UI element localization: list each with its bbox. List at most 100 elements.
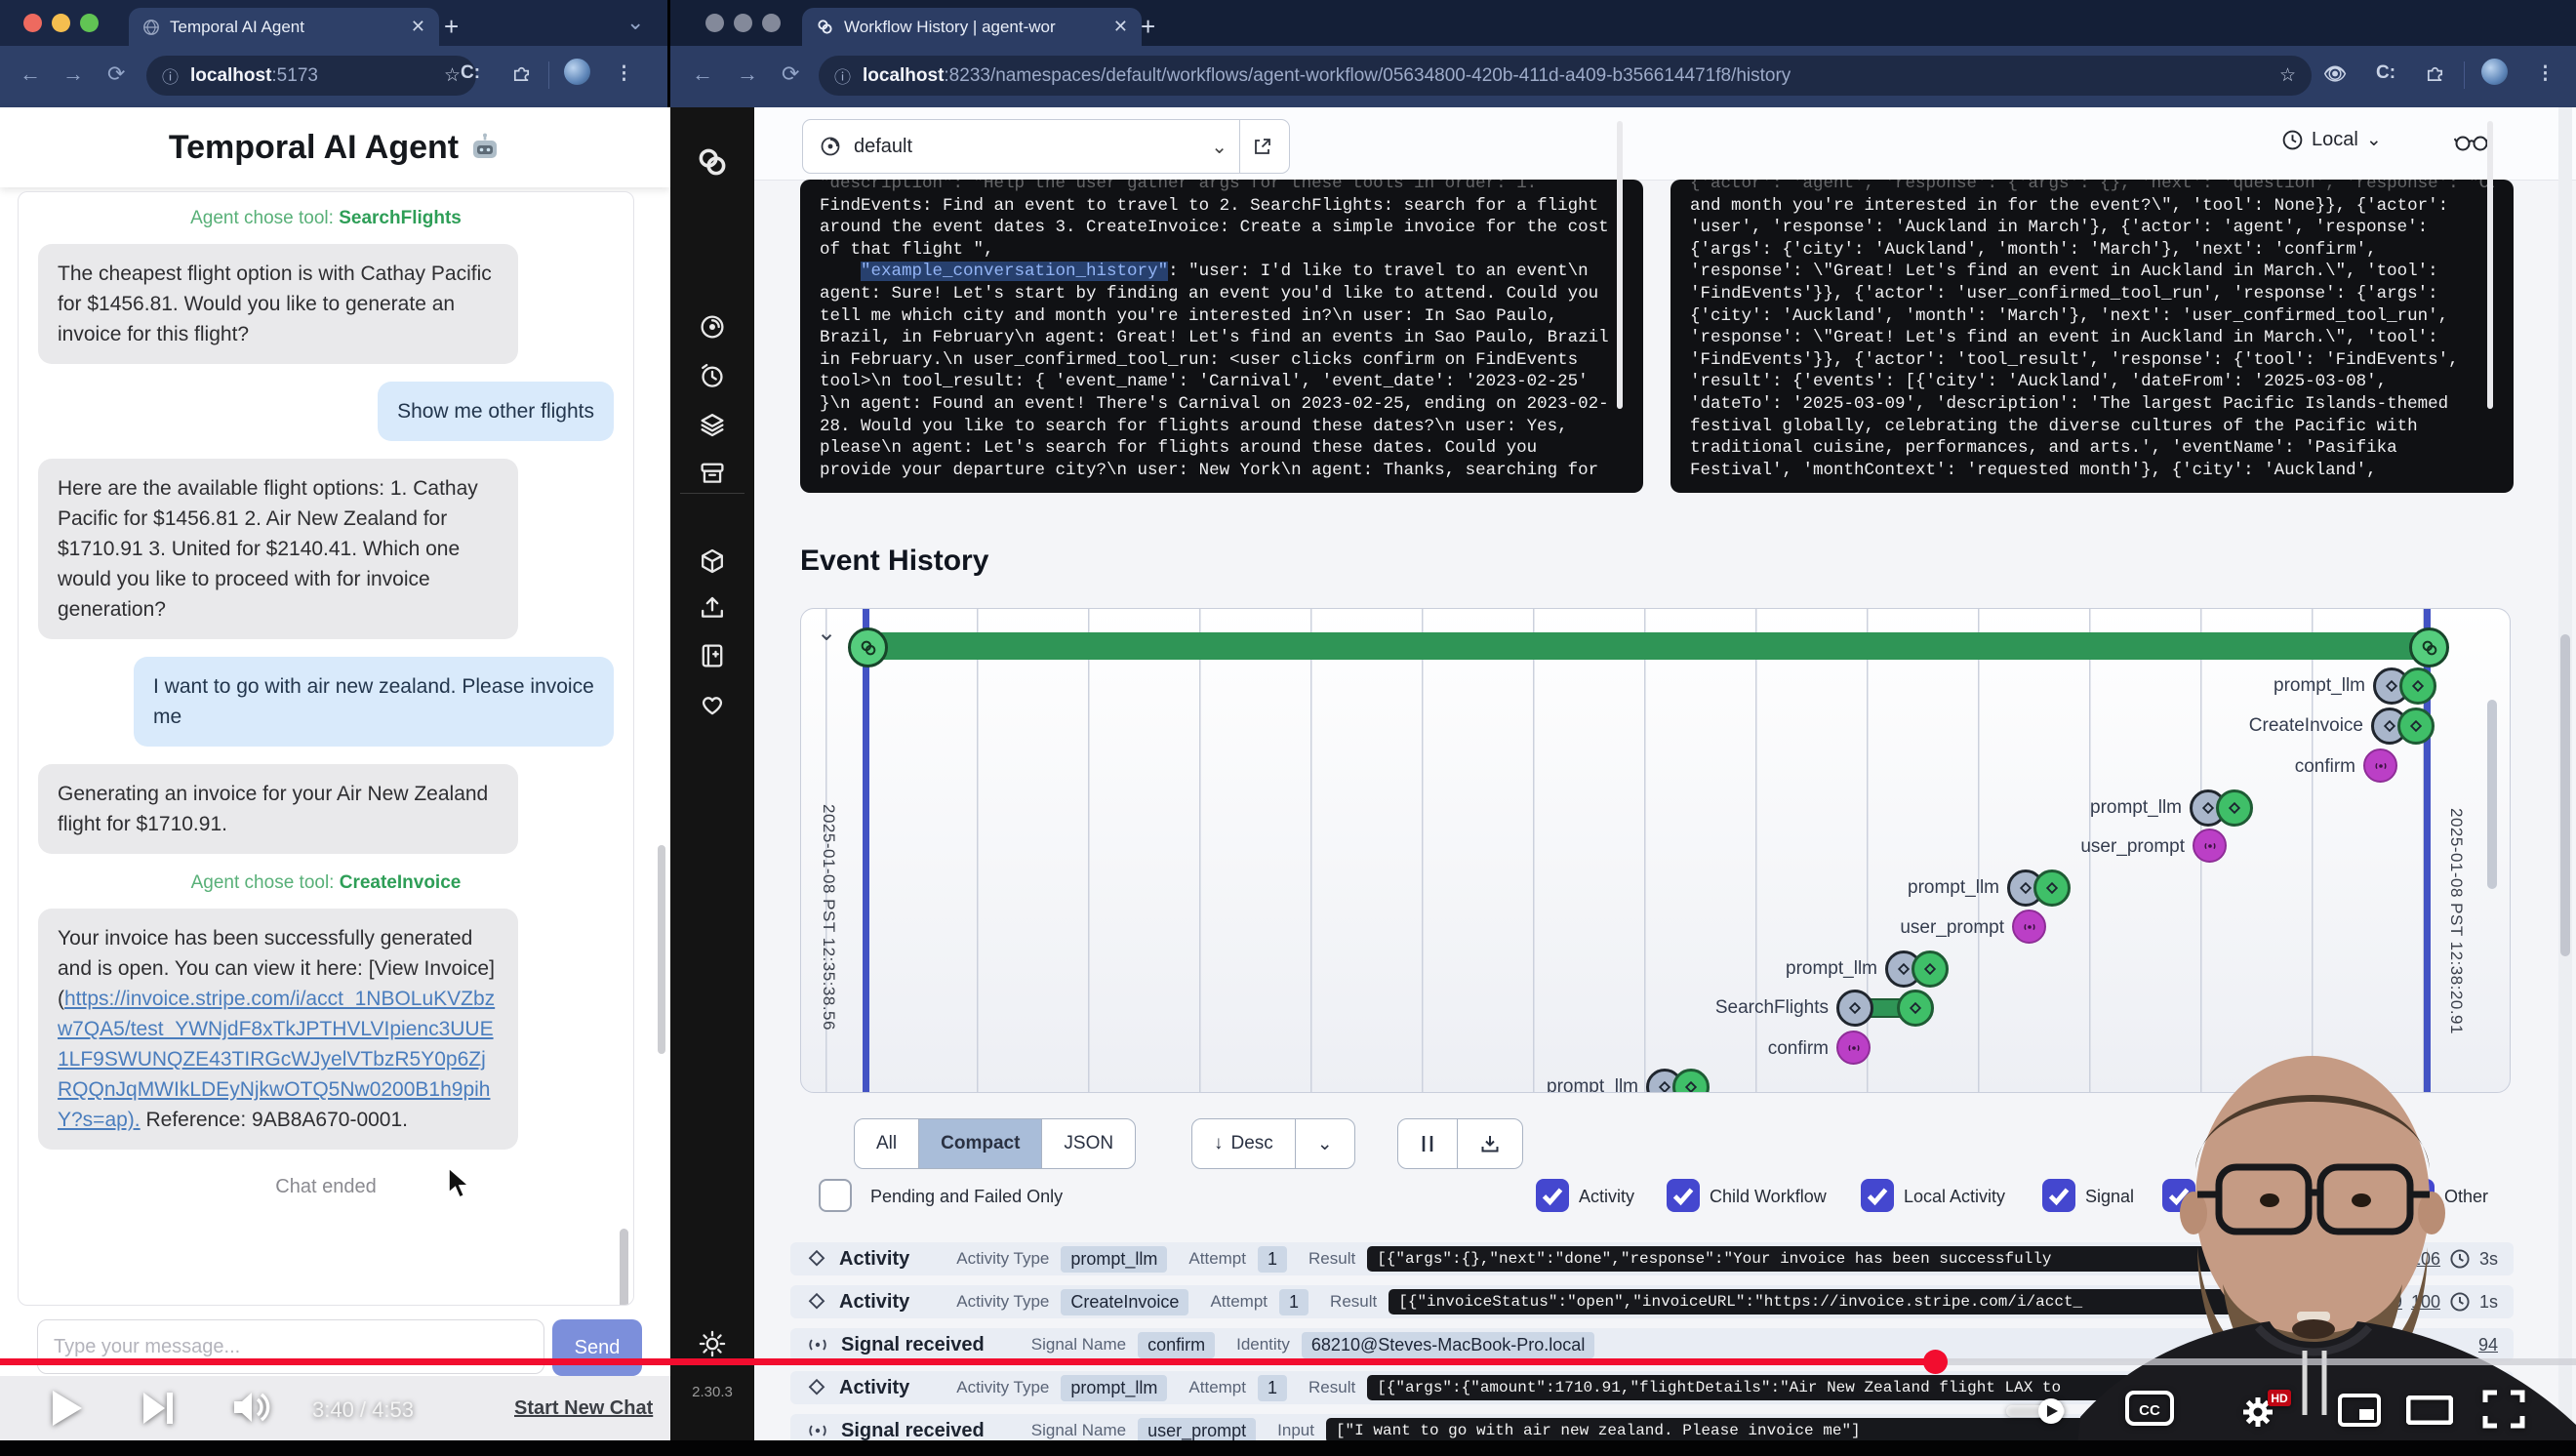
autoplay-toggle[interactable] bbox=[2002, 1397, 2069, 1425]
reload-icon[interactable]: ⟳ bbox=[107, 61, 125, 87]
timeline-node[interactable] bbox=[1836, 990, 1873, 1027]
play-button[interactable] bbox=[51, 1390, 84, 1427]
extensions-puzzle-icon[interactable] bbox=[511, 62, 532, 83]
timeline-node[interactable] bbox=[2012, 910, 2046, 944]
timeline-node[interactable] bbox=[2399, 667, 2436, 705]
close-tab-icon[interactable]: ✕ bbox=[411, 17, 425, 37]
new-tab-button[interactable]: + bbox=[444, 12, 459, 42]
video-progress-scrubber[interactable] bbox=[1923, 1350, 1948, 1374]
code-scrollbar[interactable] bbox=[1617, 121, 1623, 409]
extensions-puzzle-icon[interactable] bbox=[2425, 62, 2445, 83]
zoom-window-button[interactable] bbox=[762, 14, 781, 32]
sort-order-button[interactable]: ↓Desc ⌄ bbox=[1191, 1118, 1355, 1169]
timeline-scrollbar[interactable] bbox=[2487, 700, 2497, 889]
next-button[interactable] bbox=[142, 1392, 174, 1425]
sidebar-item-workflows-icon[interactable] bbox=[698, 312, 727, 342]
bookmark-star-icon[interactable]: ☆ bbox=[444, 64, 461, 87]
tab-workflow-history[interactable]: Workflow History | agent-wor ✕ bbox=[802, 8, 1142, 46]
sidebar-item-docs-icon[interactable] bbox=[698, 641, 727, 670]
start-new-chat-link[interactable]: Start New Chat bbox=[514, 1397, 653, 1420]
right-address-bar[interactable]: ⓘ localhost:8233/namespaces/default/work… bbox=[819, 56, 2312, 96]
field-value-chip: 1 bbox=[1258, 1246, 1287, 1273]
forward-icon[interactable]: → bbox=[737, 61, 758, 87]
timeline-node[interactable] bbox=[2397, 708, 2435, 745]
filter-checkbox-child-workflow[interactable] bbox=[1667, 1179, 1700, 1212]
profile-avatar[interactable] bbox=[2481, 59, 2508, 85]
filter-checkbox-activity[interactable] bbox=[1536, 1179, 1569, 1212]
timeline-node[interactable] bbox=[1836, 1031, 1871, 1065]
site-info-icon[interactable]: ⓘ bbox=[162, 63, 179, 88]
sidebar-item-stack-icon[interactable] bbox=[698, 410, 727, 439]
minimize-window-button[interactable] bbox=[734, 14, 752, 32]
volume-icon[interactable] bbox=[232, 1390, 271, 1425]
password-eye-icon[interactable]: 👁 bbox=[2323, 62, 2347, 86]
window-scrollbar[interactable] bbox=[658, 845, 665, 1054]
timeline-node[interactable] bbox=[2363, 748, 2397, 783]
sidebar-item-archive-icon[interactable] bbox=[698, 459, 727, 488]
timeline-node[interactable] bbox=[2216, 789, 2253, 827]
timeline-node[interactable] bbox=[1912, 950, 1949, 988]
fullscreen-button[interactable] bbox=[2482, 1390, 2525, 1429]
tab-temporal-ai-agent[interactable]: Temporal AI Agent ✕ bbox=[129, 8, 439, 46]
timeline-node[interactable] bbox=[2033, 870, 2071, 907]
invoice-link[interactable]: https://invoice.stripe.com/i/acct_1NBOLu… bbox=[58, 988, 495, 1131]
minimize-window-button[interactable] bbox=[52, 14, 70, 32]
page-scrollbar-thumb[interactable] bbox=[2560, 634, 2570, 956]
sidebar-item-cube-icon[interactable] bbox=[698, 546, 727, 576]
bookmark-star-icon[interactable]: ☆ bbox=[2279, 64, 2296, 87]
view-tab-all[interactable]: All bbox=[855, 1119, 919, 1168]
sidebar-item-feedback-icon[interactable] bbox=[698, 690, 727, 719]
menu-dots-icon[interactable]: ⋮ bbox=[2536, 62, 2555, 85]
view-tab-compact[interactable]: Compact bbox=[919, 1119, 1042, 1168]
back-icon[interactable]: ← bbox=[692, 61, 713, 87]
left-address-bar[interactable]: ⓘ localhost:5173 ☆ bbox=[146, 56, 476, 96]
sidebar-item-import-icon[interactable] bbox=[698, 593, 727, 623]
zoom-window-button[interactable] bbox=[80, 14, 99, 32]
timeline-node[interactable] bbox=[1897, 990, 1934, 1027]
timezone-selector[interactable]: Local ⌄ bbox=[2281, 129, 2382, 151]
reload-icon[interactable]: ⟳ bbox=[782, 61, 799, 87]
captions-button[interactable]: CC bbox=[2125, 1390, 2174, 1427]
filter-checkbox-local-activity[interactable] bbox=[1861, 1179, 1894, 1212]
download-button[interactable] bbox=[1458, 1119, 1522, 1168]
new-tab-button[interactable]: + bbox=[1141, 12, 1155, 42]
timeline-node[interactable] bbox=[848, 627, 888, 667]
pause-button[interactable] bbox=[1398, 1119, 1458, 1168]
sort-desc-label[interactable]: ↓Desc bbox=[1192, 1119, 1296, 1168]
code-scrollbar[interactable] bbox=[2487, 121, 2493, 409]
close-tab-icon[interactable]: ✕ bbox=[1113, 17, 1128, 37]
site-info-icon[interactable]: ⓘ bbox=[834, 63, 851, 88]
pending-failed-checkbox[interactable] bbox=[819, 1179, 852, 1212]
filter-checkbox-signal[interactable] bbox=[2042, 1179, 2075, 1212]
extension-c-icon[interactable]: C: bbox=[461, 62, 480, 84]
namespace-selector[interactable]: default ⌄ bbox=[802, 119, 1290, 174]
timeline-node[interactable] bbox=[2193, 829, 2227, 863]
chat-message-input[interactable] bbox=[37, 1319, 544, 1374]
workflow-execution-bar[interactable] bbox=[866, 632, 2428, 660]
theme-sun-icon[interactable] bbox=[698, 1329, 727, 1358]
data-encoder-glasses-icon[interactable] bbox=[2454, 129, 2489, 154]
timeline-node[interactable] bbox=[1672, 1069, 1710, 1093]
menu-dots-icon[interactable]: ⋮ bbox=[615, 62, 633, 85]
video-progress-track[interactable] bbox=[0, 1358, 2576, 1365]
send-button[interactable]: Send bbox=[552, 1319, 642, 1376]
view-tab-json[interactable]: JSON bbox=[1042, 1119, 1135, 1168]
chat-scrollbar[interactable] bbox=[620, 1229, 628, 1306]
forward-icon[interactable]: → bbox=[62, 61, 84, 87]
timeline-node[interactable] bbox=[2409, 627, 2449, 667]
extension-c-icon[interactable]: C: bbox=[2376, 62, 2395, 84]
close-window-button[interactable] bbox=[705, 14, 724, 32]
input-payload-code-right[interactable]: {'actor': 'agent', 'response': {'args': … bbox=[1670, 180, 2514, 493]
input-payload-code-left[interactable]: "description": "Help the user gather arg… bbox=[800, 180, 1643, 493]
tab-search-chevron-icon[interactable]: ⌄ bbox=[626, 10, 644, 35]
sort-chevron-icon[interactable]: ⌄ bbox=[1296, 1119, 1354, 1168]
close-window-button[interactable] bbox=[23, 14, 42, 32]
settings-gear-button[interactable]: HD bbox=[2233, 1390, 2291, 1433]
sidebar-item-schedules-icon[interactable] bbox=[698, 361, 727, 390]
external-link-icon[interactable] bbox=[1252, 136, 1273, 157]
profile-avatar[interactable] bbox=[564, 59, 590, 85]
theater-mode-button[interactable] bbox=[2406, 1395, 2453, 1425]
back-icon[interactable]: ← bbox=[20, 61, 41, 87]
miniplayer-button[interactable] bbox=[2338, 1394, 2381, 1427]
temporal-logo-icon[interactable] bbox=[695, 144, 730, 180]
